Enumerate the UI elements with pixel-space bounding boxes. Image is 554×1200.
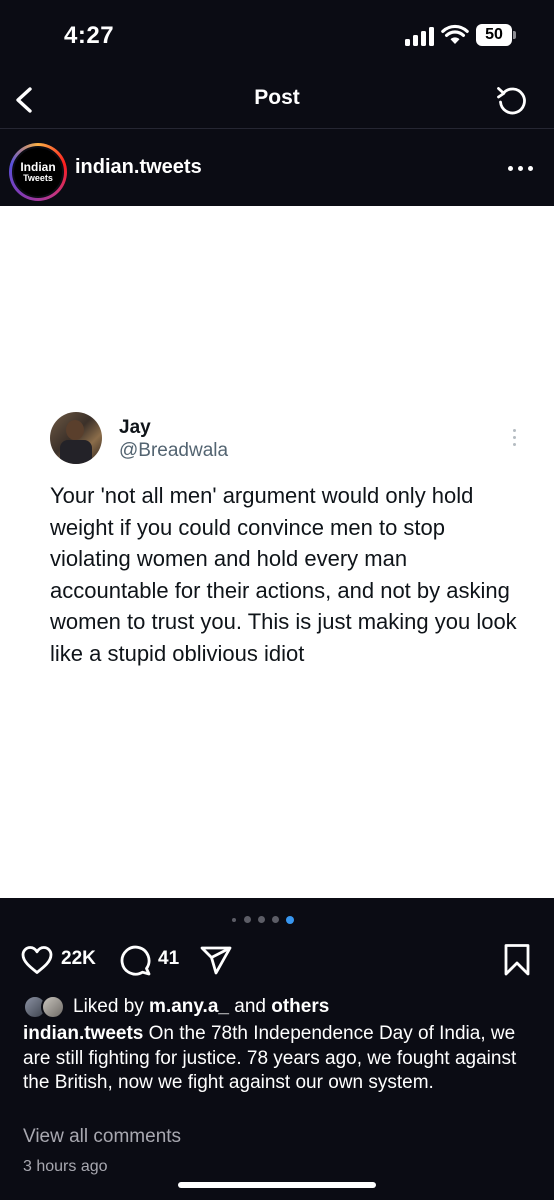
view-all-comments-link[interactable]: View all comments bbox=[23, 1126, 181, 1148]
carousel-dot bbox=[258, 916, 265, 923]
likes-others[interactable]: others bbox=[271, 996, 329, 1017]
tweet-author-name: Jay bbox=[119, 417, 151, 438]
bookmark-icon[interactable] bbox=[502, 942, 532, 978]
carousel-dot bbox=[272, 916, 279, 923]
more-vertical-icon bbox=[512, 427, 518, 447]
post-username[interactable]: indian.tweets bbox=[75, 156, 202, 179]
carousel-dot-active bbox=[286, 916, 294, 924]
post-image[interactable]: Jay @Breadwala Your 'not all men' argume… bbox=[0, 206, 554, 898]
carousel-indicator bbox=[0, 912, 554, 928]
more-horizontal-icon[interactable] bbox=[506, 158, 536, 178]
wifi-icon bbox=[441, 24, 469, 44]
refresh-icon[interactable] bbox=[494, 82, 530, 118]
carousel-dot bbox=[244, 916, 251, 923]
battery-level: 50 bbox=[476, 24, 512, 46]
action-bar: 22K 41 bbox=[0, 938, 554, 984]
like-count[interactable]: 22K bbox=[61, 948, 96, 970]
liker-avatar bbox=[41, 995, 65, 1019]
comment-count[interactable]: 41 bbox=[158, 948, 179, 970]
avatar[interactable]: Indian Tweets bbox=[9, 143, 67, 201]
caption-username[interactable]: indian.tweets bbox=[23, 1023, 143, 1044]
post-header: Indian Tweets indian.tweets bbox=[0, 130, 554, 206]
carousel-dot bbox=[232, 918, 236, 922]
comment-icon[interactable] bbox=[118, 943, 152, 977]
tweet-author-handle: @Breadwala bbox=[119, 440, 229, 461]
avatar-logo-text: Indian bbox=[20, 159, 56, 174]
post-timestamp: 3 hours ago bbox=[23, 1158, 108, 1175]
likes-summary: Liked by m.any.a_ and others bbox=[73, 996, 330, 1017]
nav-divider bbox=[0, 128, 554, 129]
status-bar: 4:27 50 bbox=[0, 0, 554, 72]
avatar-logo-subtext: Tweets bbox=[23, 172, 53, 183]
heart-icon[interactable] bbox=[20, 944, 54, 976]
nav-bar: Post bbox=[0, 72, 554, 128]
instagram-post-screen: 4:27 50 Post Indian Tweets indian.tweets… bbox=[0, 0, 554, 1200]
signal-icon bbox=[405, 26, 435, 46]
likes-row[interactable]: Liked by m.any.a_ and others bbox=[0, 994, 554, 1022]
home-indicator[interactable] bbox=[178, 1182, 376, 1188]
post-caption: indian.tweets On the 78th Independence D… bbox=[23, 1022, 533, 1096]
status-time: 4:27 bbox=[64, 22, 115, 49]
tweet-text: Your 'not all men' argument would only h… bbox=[50, 483, 517, 666]
tweet-avatar bbox=[50, 412, 102, 464]
liker-username[interactable]: m.any.a_ bbox=[149, 996, 229, 1017]
page-title: Post bbox=[254, 86, 300, 109]
share-icon[interactable] bbox=[199, 944, 233, 976]
battery-icon: 50 bbox=[476, 24, 516, 46]
